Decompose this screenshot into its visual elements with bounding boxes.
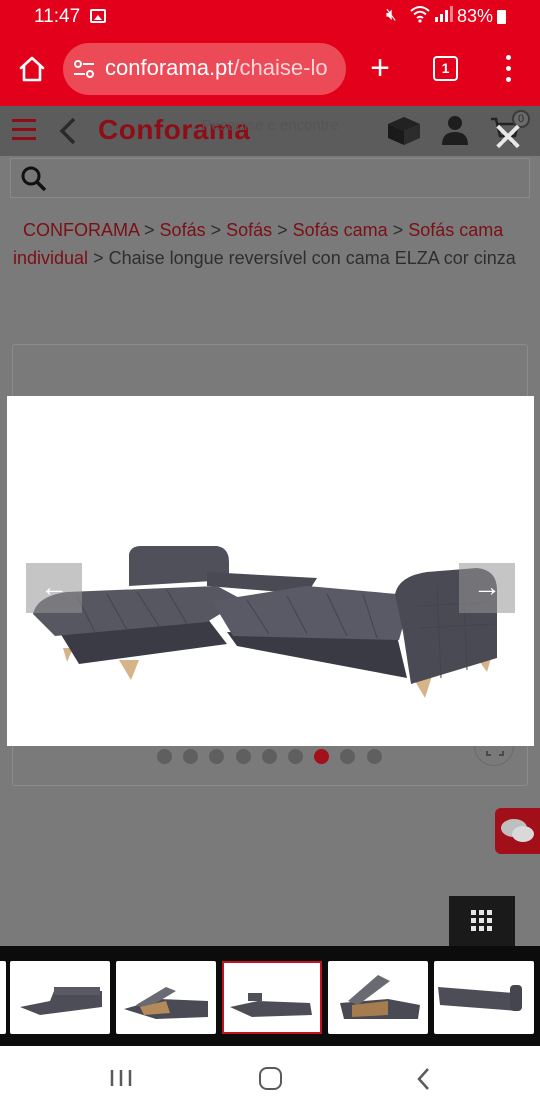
search-placeholder: Pesquise e encontre — [201, 117, 339, 134]
thumbnail-3-active[interactable] — [222, 961, 322, 1034]
thumbnail-1[interactable] — [10, 961, 110, 1034]
wifi-icon — [410, 5, 430, 28]
breadcrumb-link-sofas[interactable]: Sofás — [160, 220, 206, 240]
pagination-dot[interactable] — [314, 749, 330, 764]
search-icon[interactable] — [21, 166, 47, 192]
thumbnail-2[interactable] — [116, 961, 216, 1034]
browser-toolbar: conforama.pt/chaise-lo + 1 — [0, 34, 540, 106]
grid-view-icon[interactable] — [449, 896, 515, 948]
lightbox-image[interactable]: ← → — [7, 396, 534, 746]
pagination-dot[interactable] — [261, 749, 277, 764]
breadcrumb: CONFORAMA > Sofás > Sofás > Sofás cama >… — [13, 216, 528, 272]
breadcrumb-separator: > — [272, 220, 293, 240]
chat-bubble-icon[interactable] — [495, 808, 540, 854]
home-button-icon[interactable] — [259, 1067, 282, 1090]
mute-icon: 🔇︎ — [386, 5, 397, 24]
url-text: conforama.pt/chaise-lo — [105, 55, 328, 81]
breadcrumb-separator: > — [205, 220, 227, 240]
next-image-arrow-icon[interactable]: → — [459, 563, 515, 613]
pagination-dot[interactable] — [366, 749, 382, 764]
breadcrumb-separator: > — [139, 220, 160, 240]
url-domain: conforama.pt — [105, 55, 234, 80]
breadcrumb-link-home[interactable]: CONFORAMA — [23, 220, 139, 240]
gallery-pagination-dots — [0, 749, 540, 765]
back-icon[interactable] — [414, 1065, 432, 1093]
breadcrumb-link-sofas-cama[interactable]: Sofás cama — [293, 220, 388, 240]
prev-image-arrow-icon[interactable]: ← — [26, 563, 82, 613]
url-path: /chaise-lo — [233, 55, 328, 80]
gallery-icon — [90, 9, 106, 23]
system-nav-bar — [0, 1046, 540, 1110]
new-tab-plus-icon[interactable]: + — [366, 46, 394, 90]
url-bar[interactable]: conforama.pt/chaise-lo — [63, 43, 346, 95]
pagination-dot[interactable] — [157, 749, 172, 764]
signal-icon — [434, 5, 454, 27]
pagination-dot[interactable] — [340, 749, 356, 764]
pagination-dot[interactable] — [209, 749, 225, 764]
status-bar: 11:47 🔇︎ 83% — [0, 0, 540, 34]
breadcrumb-separator: > — [88, 248, 109, 268]
battery-level: 83% — [457, 6, 494, 26]
thumbnail-5[interactable] — [434, 961, 534, 1034]
home-icon[interactable] — [18, 55, 46, 83]
breadcrumb-current: Chaise longue reversível con cama ELZA c… — [108, 248, 516, 268]
battery-icon — [497, 10, 506, 24]
breadcrumb-separator: > — [387, 220, 409, 240]
pagination-dot[interactable] — [183, 749, 199, 764]
thumbnail-strip — [0, 946, 540, 1046]
search-input[interactable] — [10, 158, 530, 198]
site-settings-icon[interactable] — [73, 59, 95, 79]
pagination-dot[interactable] — [288, 749, 303, 764]
thumbnail-4[interactable] — [328, 961, 428, 1034]
thumbnail-partial[interactable] — [0, 961, 6, 1034]
sofa-product-image — [33, 546, 497, 698]
status-time: 11:47 — [34, 6, 81, 27]
pagination-dot[interactable] — [235, 749, 251, 764]
more-menu-icon[interactable] — [500, 52, 516, 86]
breadcrumb-link-sofas-2[interactable]: Sofás — [226, 220, 272, 240]
recent-apps-icon[interactable] — [109, 1068, 133, 1088]
tab-switcher-button[interactable]: 1 — [433, 56, 458, 81]
